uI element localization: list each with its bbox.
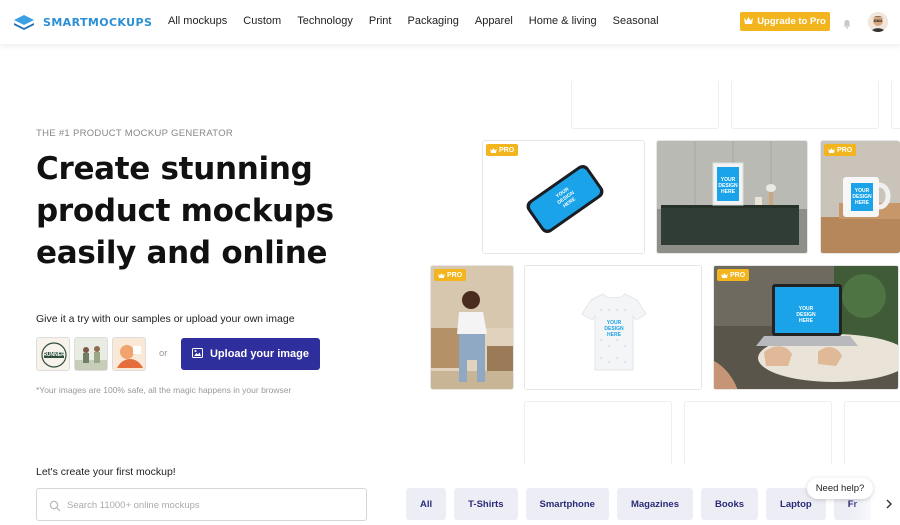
mockup-card-smartphone[interactable]: PRO YOUR DESIGN HERE (482, 140, 645, 254)
brand-name: SMARTMOCKUPS (43, 15, 153, 29)
chip-all[interactable]: All (406, 488, 447, 520)
upgrade-button[interactable]: Upgrade to Pro (740, 12, 830, 31)
upload-label: Upload your image (209, 348, 310, 360)
poster-room-scene (657, 141, 807, 253)
upload-image-button[interactable]: Upload your image (181, 338, 320, 370)
or-separator: or (159, 348, 168, 359)
design-placeholder-text: YOUR DESIGN HERE (852, 188, 872, 206)
nav-packaging[interactable]: Packaging (407, 15, 458, 27)
search-box (36, 488, 367, 521)
main-nav: All mockups Custom Technology Print Pack… (168, 15, 675, 27)
category-chips: All T-Shirts Smartphone Magazines Books … (406, 488, 872, 520)
nav-seasonal[interactable]: Seasonal (613, 15, 659, 27)
mockup-card-tshirt[interactable]: YOUR DESIGN HERE (524, 265, 702, 390)
mockup-card-placeholder (684, 401, 832, 465)
mockup-card-placeholder (524, 401, 672, 465)
crown-icon (438, 272, 445, 278)
chip-t-shirts[interactable]: T-Shirts (454, 488, 518, 520)
mockup-card-placeholder (891, 80, 900, 129)
search-icon (49, 499, 61, 512)
chip-smartphone[interactable]: Smartphone (525, 488, 609, 520)
mockup-card-placeholder (571, 80, 719, 129)
avatar[interactable] (868, 12, 888, 32)
upgrade-label: Upgrade to Pro (757, 16, 826, 27)
hero-eyebrow: THE #1 PRODUCT MOCKUP GENERATOR (36, 128, 234, 139)
need-help-button[interactable]: Need help? (807, 478, 873, 499)
nav-home-living[interactable]: Home & living (529, 15, 597, 27)
pro-badge: PRO (434, 269, 467, 281)
chevron-right-icon[interactable] (885, 497, 893, 509)
sample-image-people[interactable] (74, 337, 108, 371)
search-input[interactable] (67, 497, 357, 513)
privacy-note: *Your images are 100% safe, all the magi… (36, 385, 292, 395)
mockup-card-laptop[interactable]: PRO YOUR DESIGN HERE (713, 265, 899, 390)
search-heading: Let's create your first mockup! (36, 466, 176, 478)
mockup-card-placeholder (844, 401, 900, 465)
crown-icon (721, 272, 728, 278)
image-icon (191, 347, 203, 361)
sample-badge-text: RUNNER (43, 352, 65, 358)
pro-badge: PRO (717, 269, 750, 281)
nav-apparel[interactable]: Apparel (475, 15, 513, 27)
nav-print[interactable]: Print (369, 15, 392, 27)
pro-badge: PRO (486, 144, 519, 156)
mockup-card-tshirt-person[interactable]: PRO (430, 265, 514, 390)
design-placeholder-text: YOUR DESIGN HERE (796, 306, 816, 324)
mockup-card-poster-frame[interactable]: YOUR DESIGN HERE (656, 140, 808, 254)
nav-custom[interactable]: Custom (243, 15, 281, 27)
sample-image-runner[interactable]: RUNNER (36, 337, 70, 371)
crown-icon (744, 16, 754, 27)
design-placeholder-text: YOUR DESIGN HERE (604, 320, 624, 338)
crown-icon (828, 147, 835, 153)
crown-icon (490, 147, 497, 153)
pro-badge: PRO (824, 144, 857, 156)
laptop-scene (714, 266, 898, 389)
design-placeholder-text: YOUR DESIGN HERE (718, 177, 738, 195)
chip-books[interactable]: Books (701, 488, 759, 520)
mockup-card-mug[interactable]: PRO YOUR DESIGN HERE (820, 140, 900, 254)
nav-all-mockups[interactable]: All mockups (168, 15, 227, 27)
person-tshirt-scene (431, 266, 513, 389)
bell-icon[interactable] (842, 16, 852, 29)
brand-logo[interactable]: SMARTMOCKUPS (13, 13, 152, 31)
chip-magazines[interactable]: Magazines (616, 488, 693, 520)
layers-icon (13, 13, 35, 31)
hero-headline: Create stunning product mockups easily a… (36, 151, 334, 271)
top-navbar: SMARTMOCKUPS All mockups Custom Technolo… (0, 0, 900, 44)
sample-images: RUNNER (36, 337, 146, 371)
try-samples-text: Give it a try with our samples or upload… (36, 313, 295, 325)
mockup-card-placeholder (731, 80, 879, 129)
sample-image-illustration[interactable] (112, 337, 146, 371)
nav-technology[interactable]: Technology (297, 15, 353, 27)
